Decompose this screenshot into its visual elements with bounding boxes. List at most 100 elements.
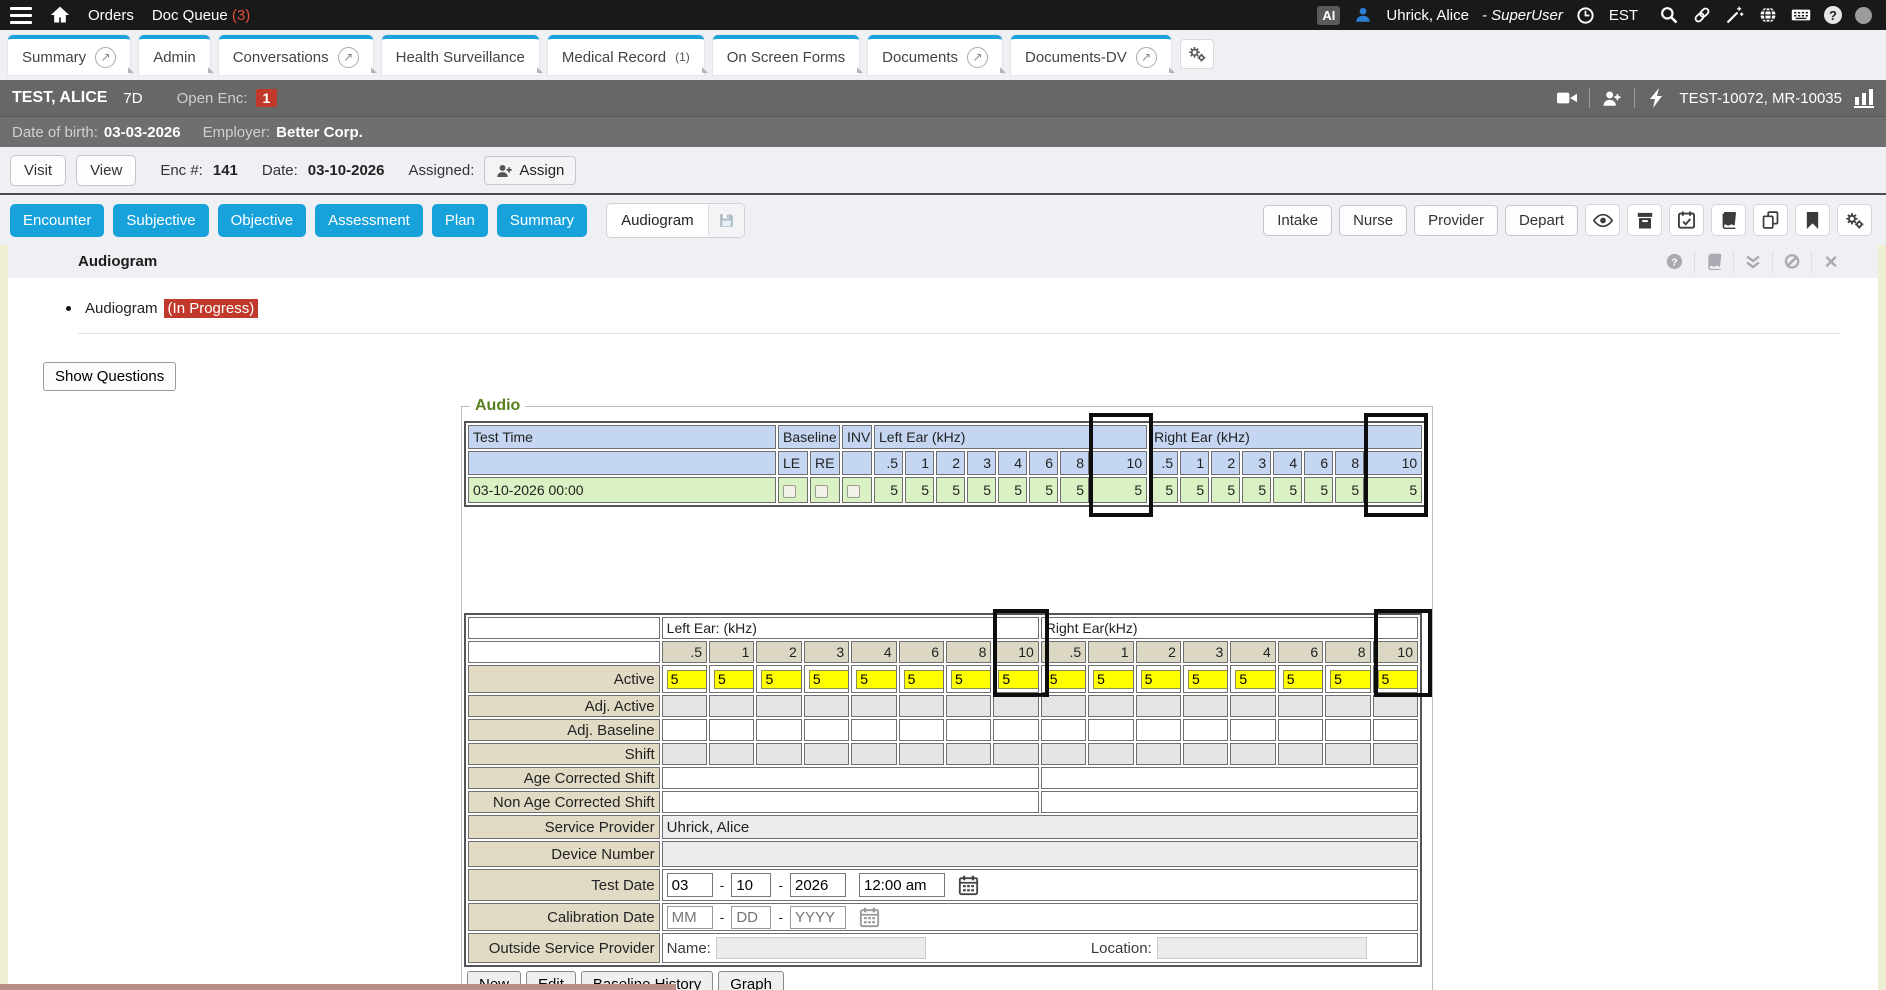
- document-list-item[interactable]: Audiogram (In Progress): [66, 299, 258, 318]
- active-cell[interactable]: [1325, 665, 1370, 693]
- globe-icon[interactable]: [1758, 5, 1778, 25]
- popout-icon[interactable]: ↗: [1136, 47, 1157, 68]
- active-input[interactable]: [951, 670, 991, 689]
- book-button[interactable]: [1711, 204, 1746, 236]
- save-icon[interactable]: [708, 204, 744, 237]
- keyboard-icon[interactable]: [1791, 5, 1811, 25]
- re-checkbox[interactable]: [815, 485, 828, 498]
- test-date-calendar-icon[interactable]: [958, 875, 979, 896]
- active-input[interactable]: [714, 670, 754, 689]
- active-input[interactable]: [1330, 670, 1370, 689]
- active-input[interactable]: [761, 670, 801, 689]
- active-input[interactable]: [1235, 670, 1275, 689]
- open-enc-count-badge[interactable]: 1: [256, 89, 278, 107]
- tab-health-surveillance[interactable]: Health Surveillance: [382, 35, 539, 75]
- home-icon[interactable]: [50, 5, 70, 25]
- active-cell[interactable]: [946, 665, 991, 693]
- copy-button[interactable]: [1753, 204, 1788, 236]
- active-input[interactable]: [809, 670, 849, 689]
- panel-collapse-icon[interactable]: [1733, 251, 1772, 273]
- assign-user-icon[interactable]: [1602, 88, 1622, 108]
- active-input[interactable]: [1046, 670, 1086, 689]
- calibration-calendar-icon[interactable]: [859, 907, 880, 928]
- tab-summary[interactable]: Summary↗: [8, 35, 130, 75]
- active-cell[interactable]: [1278, 665, 1323, 693]
- active-cell[interactable]: [993, 665, 1038, 693]
- objective-button[interactable]: Objective: [218, 204, 307, 237]
- popout-icon[interactable]: ↗: [967, 47, 988, 68]
- audio-result-row[interactable]: 03-10-2026 00:00 5 5 5 5 5 5 5 5 5 5: [468, 477, 1422, 503]
- bar-chart-icon[interactable]: [1854, 88, 1874, 108]
- encounter-button[interactable]: Encounter: [10, 204, 104, 237]
- user-name[interactable]: Uhrick, Alice: [1386, 7, 1469, 24]
- video-call-icon[interactable]: [1557, 88, 1577, 108]
- active-input[interactable]: [1093, 670, 1133, 689]
- orders-menu-item[interactable]: Orders: [88, 7, 134, 24]
- active-cell[interactable]: [1136, 665, 1181, 693]
- active-cell[interactable]: [756, 665, 801, 693]
- panel-close-icon[interactable]: ×: [1811, 251, 1850, 273]
- archive-button[interactable]: [1627, 204, 1662, 236]
- active-input[interactable]: [667, 670, 707, 689]
- settings-gears-button[interactable]: [1837, 204, 1872, 236]
- active-cell[interactable]: [1088, 665, 1133, 693]
- inv-checkbox[interactable]: [847, 485, 860, 498]
- document-name[interactable]: Audiogram: [85, 300, 158, 317]
- active-cell[interactable]: [899, 665, 944, 693]
- active-input[interactable]: [1283, 670, 1323, 689]
- le-checkbox-cell[interactable]: [778, 477, 808, 503]
- depart-button[interactable]: Depart: [1505, 205, 1578, 236]
- plan-button[interactable]: Plan: [432, 204, 488, 237]
- panel-book-icon[interactable]: [1694, 251, 1733, 273]
- tab-admin[interactable]: Admin: [139, 35, 210, 75]
- subjective-button[interactable]: Subjective: [113, 204, 208, 237]
- le-checkbox[interactable]: [783, 485, 796, 498]
- active-cell[interactable]: [804, 665, 849, 693]
- test-date-day-input[interactable]: [731, 873, 771, 897]
- tab-documents-dv[interactable]: Documents-DV↗: [1011, 35, 1171, 75]
- summary-button[interactable]: Summary: [497, 204, 587, 237]
- intake-button[interactable]: Intake: [1263, 205, 1332, 236]
- preview-eye-button[interactable]: [1585, 204, 1620, 236]
- test-date-year-input[interactable]: [790, 873, 846, 897]
- panel-help-icon[interactable]: ?: [1655, 251, 1694, 273]
- active-cell[interactable]: [709, 665, 754, 693]
- assessment-button[interactable]: Assessment: [315, 204, 423, 237]
- link-icon[interactable]: [1692, 5, 1712, 25]
- lightning-icon[interactable]: [1647, 88, 1667, 108]
- active-input[interactable]: [904, 670, 944, 689]
- device-number-value[interactable]: [662, 841, 1418, 867]
- help-icon[interactable]: ?: [1824, 6, 1842, 24]
- calibration-year-input[interactable]: [790, 906, 846, 929]
- active-input[interactable]: [856, 670, 896, 689]
- calibration-month-input[interactable]: [667, 906, 713, 929]
- tab-settings-button[interactable]: [1180, 39, 1214, 69]
- hamburger-menu-icon[interactable]: [10, 7, 32, 24]
- active-cell[interactable]: [1183, 665, 1228, 693]
- show-questions-button[interactable]: Show Questions: [43, 362, 176, 391]
- popout-icon[interactable]: ↗: [95, 47, 116, 68]
- re-checkbox-cell[interactable]: [810, 477, 840, 503]
- outside-location-input[interactable]: [1157, 937, 1367, 959]
- active-input[interactable]: [1141, 670, 1181, 689]
- search-icon[interactable]: [1659, 5, 1679, 25]
- calibration-day-input[interactable]: [731, 906, 771, 929]
- panel-cancel-icon[interactable]: ⊘: [1772, 251, 1811, 273]
- active-input[interactable]: [1378, 670, 1418, 689]
- inv-checkbox-cell[interactable]: [842, 477, 872, 503]
- view-button[interactable]: View: [76, 155, 136, 186]
- wand-icon[interactable]: [1725, 5, 1745, 25]
- active-cell[interactable]: [1373, 665, 1418, 693]
- tab-documents[interactable]: Documents↗: [868, 35, 1002, 75]
- provider-button[interactable]: Provider: [1414, 205, 1498, 236]
- graph-button[interactable]: Graph: [718, 971, 784, 990]
- active-cell[interactable]: [1041, 665, 1086, 693]
- audiogram-doc-tab[interactable]: Audiogram: [606, 203, 745, 238]
- active-cell[interactable]: [851, 665, 896, 693]
- tab-on-screen-forms[interactable]: On Screen Forms: [713, 35, 859, 75]
- test-time-input[interactable]: [859, 873, 945, 897]
- doc-queue-menu-item[interactable]: Doc Queue (3): [152, 7, 250, 24]
- assign-button[interactable]: Assign: [484, 156, 576, 185]
- active-cell[interactable]: [662, 665, 707, 693]
- tab-conversations[interactable]: Conversations↗: [219, 35, 373, 75]
